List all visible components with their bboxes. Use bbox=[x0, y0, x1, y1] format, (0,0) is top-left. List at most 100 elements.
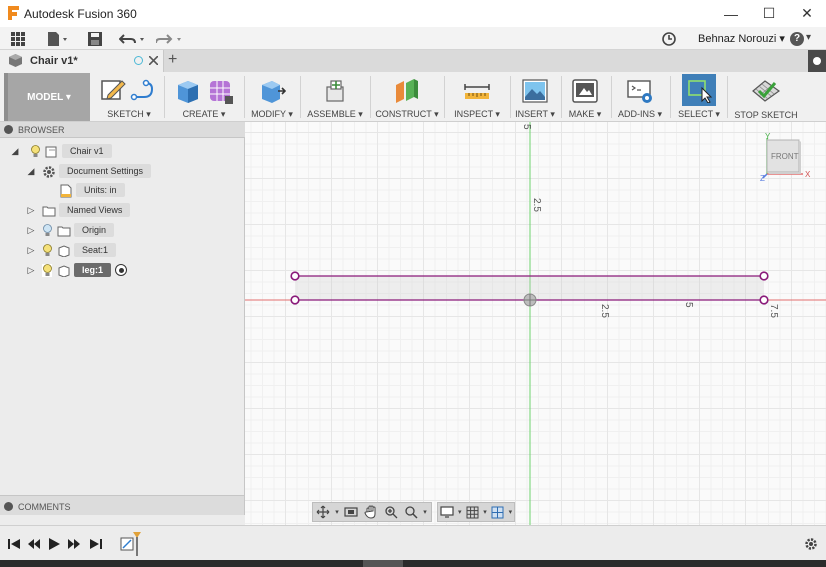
browser-node-label: Chair v1 bbox=[62, 144, 112, 158]
grid-dim-label: 2.5 bbox=[599, 304, 610, 318]
workspace-switcher[interactable]: MODEL ▾ bbox=[4, 73, 90, 121]
toolbar-ribbon: MODEL ▾ SKETCH ▾ CREATE ▾ MODIFY ▾ ASSEM… bbox=[0, 72, 826, 122]
dropdown-arrow-icon[interactable]: ▾ bbox=[456, 503, 463, 521]
stop-sketch-icon bbox=[752, 80, 781, 102]
job-status-clock-icon[interactable] bbox=[660, 30, 678, 47]
stop-sketch-button[interactable]: STOP SKETCH bbox=[732, 72, 800, 122]
browser-node-named-views[interactable]: ▷ Named Views bbox=[26, 201, 131, 219]
view-cube-axis-x: X bbox=[805, 170, 811, 179]
close-button[interactable]: ✕ bbox=[788, 0, 826, 27]
view-cube-axis-y: Y bbox=[765, 132, 771, 141]
view-cube-face[interactable]: FRONT bbox=[771, 152, 799, 161]
viewports-icon[interactable] bbox=[489, 503, 507, 521]
offset-plane-icon bbox=[396, 79, 418, 103]
scripts-addins-icon bbox=[627, 80, 652, 103]
go-to-start-icon[interactable] bbox=[6, 536, 22, 552]
browser-node-seat[interactable]: ▷ Seat:1 bbox=[26, 241, 117, 259]
step-forward-icon[interactable] bbox=[66, 536, 82, 552]
dropdown-arrow-icon[interactable]: ▾ bbox=[421, 503, 429, 521]
ribbon-divider bbox=[670, 76, 671, 118]
display-settings-icon[interactable] bbox=[438, 503, 456, 521]
group-insert[interactable]: INSERT ▾ bbox=[512, 72, 558, 122]
help-dropdown-arrow[interactable]: ▾ bbox=[806, 32, 811, 43]
measure-icon bbox=[464, 84, 490, 99]
group-add-ins[interactable]: ADD-INS ▾ bbox=[614, 72, 666, 122]
view-cube[interactable]: FRONT Y X Z bbox=[760, 132, 810, 183]
group-label: STOP SKETCH bbox=[734, 110, 798, 120]
visibility-bulb-icon[interactable] bbox=[42, 243, 52, 257]
timeline-settings-gear-icon[interactable] bbox=[803, 536, 819, 552]
timeline-marker[interactable] bbox=[133, 532, 141, 556]
save-icon[interactable] bbox=[86, 30, 104, 47]
group-label: SKETCH ▾ bbox=[107, 109, 151, 119]
pan-hand-icon[interactable] bbox=[361, 503, 381, 521]
browser-node-leg-active[interactable]: ▷ leg:1 bbox=[26, 261, 128, 279]
collapsed-triangle-icon[interactable]: ▷ bbox=[26, 245, 36, 255]
ribbon-divider bbox=[244, 76, 245, 118]
group-label: INSPECT ▾ bbox=[454, 109, 500, 119]
group-make[interactable]: MAKE ▾ bbox=[562, 72, 608, 122]
grid-settings-icon[interactable] bbox=[463, 503, 481, 521]
expanded-triangle-icon[interactable]: ◢ bbox=[26, 166, 36, 176]
browser-node-document-settings[interactable]: ◢ Document Settings bbox=[26, 162, 152, 180]
display-settings-group: ▾ ▾ ▾ bbox=[437, 502, 515, 522]
title-bar: Autodesk Fusion 360 — ☐ ✕ bbox=[0, 0, 826, 27]
units-document-icon bbox=[59, 184, 73, 198]
activate-component-radio[interactable] bbox=[115, 264, 128, 276]
step-back-icon[interactable] bbox=[26, 536, 42, 552]
look-at-icon[interactable] bbox=[341, 503, 361, 521]
dropdown-arrow-icon[interactable]: ▾ bbox=[481, 503, 488, 521]
orbit-move-icon[interactable] bbox=[313, 503, 333, 521]
maximize-button[interactable]: ☐ bbox=[750, 0, 788, 27]
zoom-window-icon[interactable] bbox=[381, 503, 401, 521]
visibility-bulb-icon[interactable] bbox=[42, 263, 52, 277]
group-select[interactable]: SELECT ▾ bbox=[674, 72, 724, 122]
file-menu-icon[interactable] bbox=[45, 30, 71, 47]
zoom-icon[interactable] bbox=[401, 503, 421, 521]
group-create[interactable]: CREATE ▾ bbox=[168, 72, 240, 122]
sketch-canvas[interactable]: 5 2.5 2.5 5 7.5 FRONT Y X Z bbox=[245, 122, 826, 525]
group-assemble[interactable]: ASSEMBLE ▾ bbox=[304, 72, 366, 122]
group-label: INSERT ▾ bbox=[515, 109, 555, 119]
comments-panel[interactable]: COMMENTS bbox=[0, 495, 245, 515]
browser-node-root[interactable]: ◢ Chair v1 bbox=[10, 142, 112, 160]
tab-chair-v1[interactable]: Chair v1* bbox=[0, 50, 164, 72]
collapsed-triangle-icon[interactable]: ▷ bbox=[26, 205, 36, 215]
line-sketch-icon bbox=[130, 79, 154, 101]
collapsed-triangle-icon[interactable]: ▷ bbox=[26, 225, 36, 235]
group-modify[interactable]: MODIFY ▾ bbox=[248, 72, 296, 122]
grid-dim-label: 5 bbox=[521, 124, 532, 130]
dropdown-arrow-icon[interactable]: ▾ bbox=[507, 503, 514, 521]
minimize-button[interactable]: — bbox=[712, 0, 750, 27]
expand-comments-icon[interactable] bbox=[4, 502, 13, 511]
group-sketch[interactable]: SKETCH ▾ bbox=[96, 72, 162, 122]
redo-icon[interactable] bbox=[155, 30, 185, 47]
new-tab-button[interactable]: + bbox=[168, 51, 177, 69]
expanded-triangle-icon[interactable]: ◢ bbox=[10, 146, 20, 156]
timeline-bar bbox=[0, 525, 826, 560]
user-menu[interactable]: Behnaz Norouzi ▾ bbox=[698, 32, 785, 45]
create-sketch-icon bbox=[101, 80, 126, 100]
data-panel-grid-icon[interactable] bbox=[9, 30, 27, 47]
close-tab-icon[interactable] bbox=[149, 56, 158, 65]
visibility-bulb-off-icon[interactable] bbox=[42, 223, 52, 237]
group-construct[interactable]: CONSTRUCT ▾ bbox=[374, 72, 440, 122]
browser-node-origin[interactable]: ▷ Origin bbox=[26, 221, 115, 239]
collapse-browser-icon[interactable] bbox=[4, 125, 13, 134]
browser-header[interactable]: BROWSER bbox=[0, 122, 245, 138]
navigation-bar: ▾ ▾ ▾ ▾ ▾ bbox=[312, 502, 515, 522]
go-to-end-icon[interactable] bbox=[88, 536, 104, 552]
extensions-button[interactable] bbox=[808, 50, 826, 72]
dropdown-arrow-icon[interactable]: ▾ bbox=[333, 503, 341, 521]
window-title: Autodesk Fusion 360 bbox=[24, 7, 137, 21]
help-icon[interactable]: ? bbox=[790, 30, 804, 47]
group-inspect[interactable]: INSPECT ▾ bbox=[448, 72, 506, 122]
ribbon-divider bbox=[510, 76, 511, 118]
visibility-bulb-icon[interactable] bbox=[30, 144, 40, 158]
undo-icon[interactable] bbox=[118, 30, 148, 47]
browser-node-units[interactable]: Units: in bbox=[56, 181, 125, 199]
play-icon[interactable] bbox=[46, 536, 62, 552]
collapsed-triangle-icon[interactable]: ▷ bbox=[26, 265, 36, 275]
sketch-geometry[interactable] bbox=[245, 122, 826, 525]
grid-dim-label: 7.5 bbox=[768, 304, 779, 318]
